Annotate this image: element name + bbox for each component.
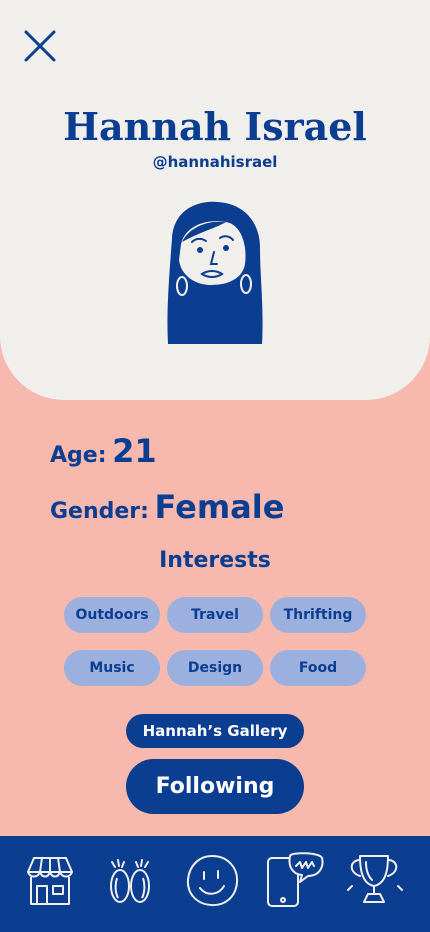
avatar bbox=[167, 201, 263, 344]
age-row: Age: 21 bbox=[50, 432, 157, 470]
interest-chip-music[interactable]: Music bbox=[64, 650, 160, 686]
trophy-icon bbox=[347, 855, 403, 903]
nav-messages[interactable] bbox=[264, 850, 324, 910]
gender-value: Female bbox=[154, 488, 285, 526]
nav-trophy[interactable] bbox=[344, 850, 404, 910]
smiley-icon bbox=[186, 854, 239, 907]
interest-chips: Outdoors Travel Thrifting Music Design F… bbox=[64, 597, 367, 686]
bottom-nav bbox=[0, 836, 430, 932]
profile-name: Hannah Israel bbox=[63, 104, 367, 149]
interest-chip-thrifting[interactable]: Thrifting bbox=[270, 597, 366, 633]
age-value: 21 bbox=[112, 432, 157, 470]
gender-label: Gender: bbox=[50, 499, 149, 524]
profile-handle: @hannahisrael bbox=[152, 153, 278, 171]
following-button[interactable]: Following bbox=[126, 759, 304, 814]
footprints-icon bbox=[110, 859, 150, 903]
interest-chip-food[interactable]: Food bbox=[270, 650, 366, 686]
shop-icon bbox=[27, 857, 73, 905]
age-label: Age: bbox=[50, 443, 107, 468]
interests-title: Interests bbox=[159, 548, 271, 573]
gallery-button[interactable]: Hannah’s Gallery bbox=[126, 714, 304, 748]
close-icon[interactable] bbox=[22, 28, 58, 64]
nav-profile[interactable] bbox=[182, 850, 242, 910]
interest-chip-travel[interactable]: Travel bbox=[167, 597, 263, 633]
gender-row: Gender: Female bbox=[50, 488, 284, 526]
nav-shop[interactable] bbox=[20, 850, 80, 910]
nav-footprints[interactable] bbox=[100, 850, 160, 910]
profile-header: Hannah Israel @hannahisrael bbox=[0, 0, 430, 400]
phone-chat-icon bbox=[267, 852, 324, 907]
interest-chip-outdoors[interactable]: Outdoors bbox=[64, 597, 160, 633]
interest-chip-design[interactable]: Design bbox=[167, 650, 263, 686]
